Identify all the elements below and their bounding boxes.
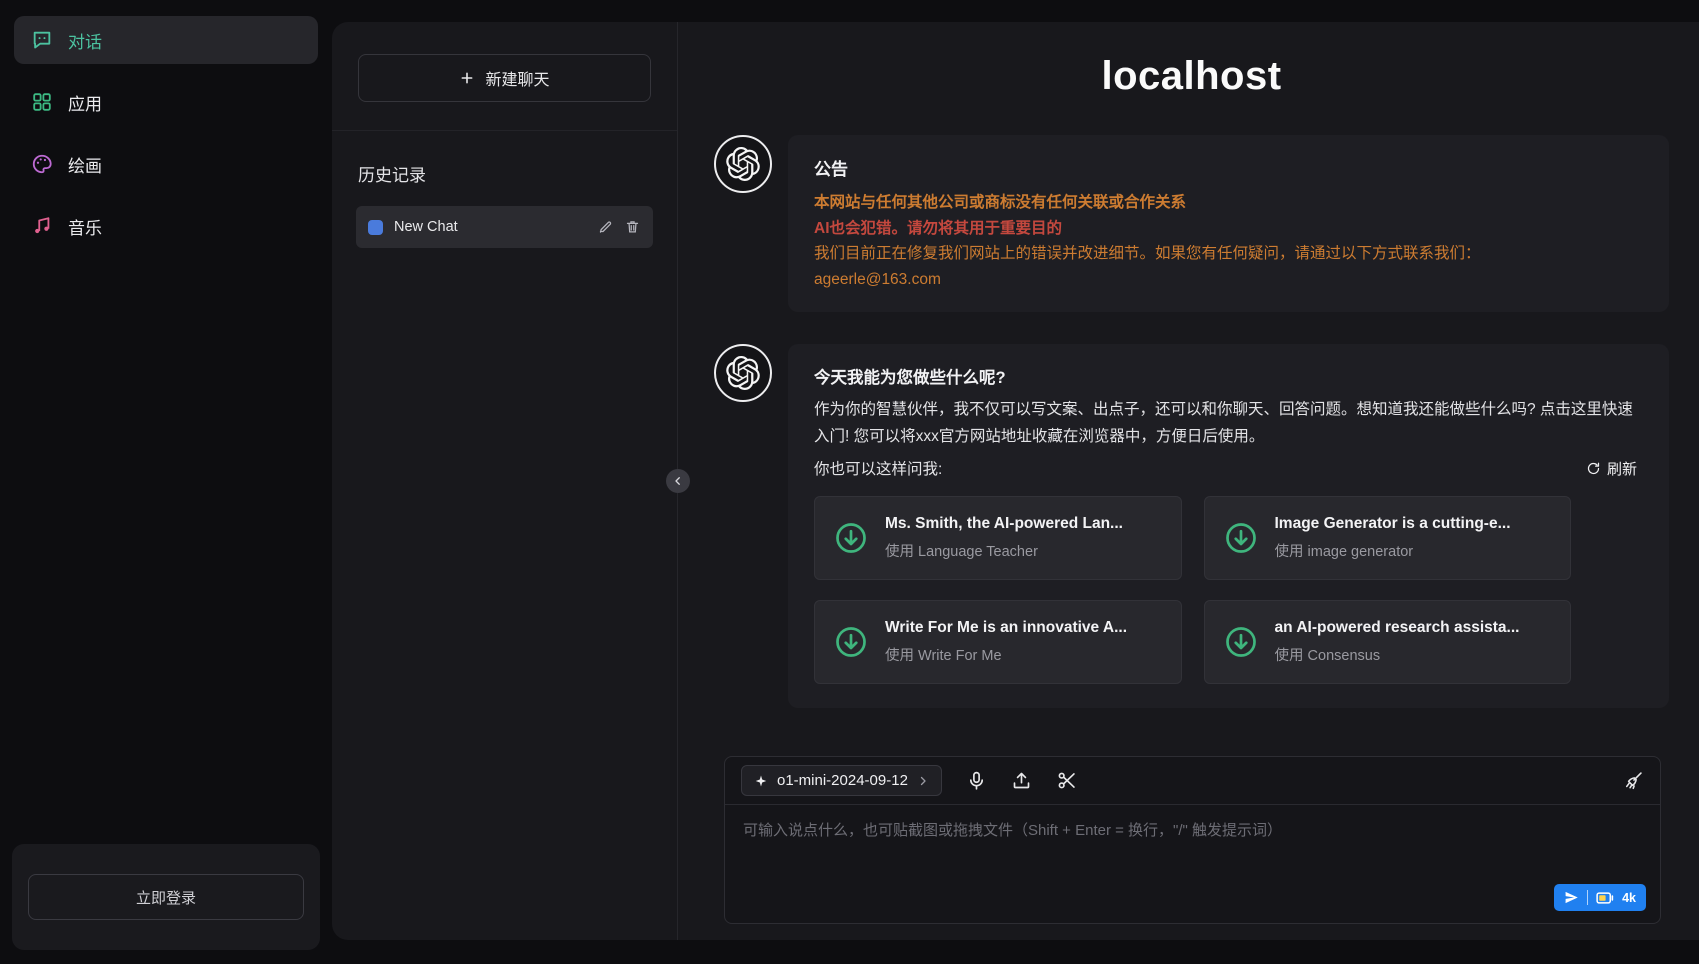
announcement-line-disclaimer: 本网站与任何其他公司或商标没有任何关联或合作关系 <box>814 190 1643 216</box>
chat-color-swatch-icon <box>368 220 383 235</box>
microphone-icon <box>966 770 987 791</box>
circle-arrow-down-icon <box>833 624 869 660</box>
history-item-title: New Chat <box>394 219 587 235</box>
composer-body: 4k <box>725 805 1660 923</box>
suggestion-subtitle: 使用 Language Teacher <box>885 540 1123 561</box>
new-chat-section: 新建聊天 <box>332 22 677 131</box>
chat-list-panel: 新建聊天 历史记录 New Chat <box>332 22 678 940</box>
login-panel: 立即登录 <box>12 844 320 950</box>
plus-icon <box>459 70 475 86</box>
chevron-left-icon <box>672 475 684 487</box>
pencil-icon <box>598 219 613 234</box>
workspace: 新建聊天 历史记录 New Chat localhost <box>332 22 1699 940</box>
suggestion-card[interactable]: Image Generator is a cutting-e... 使用 ima… <box>1204 496 1572 580</box>
apps-icon <box>31 91 53 113</box>
divider <box>1587 890 1588 905</box>
sidebar-item-label: 应用 <box>68 90 102 115</box>
new-chat-button[interactable]: 新建聊天 <box>358 54 651 102</box>
announcement-heading: 公告 <box>814 155 1643 180</box>
sidebar-item-music[interactable]: 音乐 <box>14 202 318 250</box>
sidebar: 对话 应用 绘画 音乐 <box>0 0 332 964</box>
palette-icon <box>31 153 53 175</box>
upload-icon <box>1011 770 1032 791</box>
message-row-announcement: 公告 本网站与任何其他公司或商标没有任何关联或合作关系 AI也会犯错。请勿将其用… <box>714 135 1669 312</box>
delete-chat-button[interactable] <box>625 219 641 235</box>
sidebar-item-label: 绘画 <box>68 152 102 177</box>
model-selector[interactable]: o1-mini-2024-09-12 <box>741 765 942 796</box>
message-row-welcome: 今天我能为您做些什么呢? 作为你的智慧伙伴，我不仅可以写文案、出点子，还可以和你… <box>714 344 1669 707</box>
broom-icon <box>1623 770 1644 791</box>
suggestion-subtitle: 使用 image generator <box>1275 540 1511 561</box>
announcement-line-contact: 我们目前正在修复我们网站上的错误并改进细节。如果您有任何疑问，请通过以下方式联系… <box>814 241 1643 267</box>
composer: o1-mini-2024-09-12 <box>724 756 1661 924</box>
scissors-icon <box>1056 770 1077 791</box>
refresh-suggestions-button[interactable]: 刷新 <box>1580 457 1643 480</box>
sparkle-icon <box>754 774 768 788</box>
collapse-sidebar-button[interactable] <box>666 469 690 493</box>
refresh-icon <box>1586 461 1601 476</box>
chevron-right-icon <box>917 775 929 787</box>
edit-chat-button[interactable] <box>598 219 614 235</box>
sidebar-item-apps[interactable]: 应用 <box>14 78 318 126</box>
login-button[interactable]: 立即登录 <box>28 874 304 920</box>
suggestion-title: an AI-powered research assista... <box>1275 619 1520 637</box>
page-title: localhost <box>714 54 1669 99</box>
circle-arrow-down-icon <box>833 520 869 556</box>
announcement-card: 公告 本网站与任何其他公司或商标没有任何关联或合作关系 AI也会犯错。请勿将其用… <box>788 135 1669 312</box>
welcome-heading: 今天我能为您做些什么呢? <box>814 364 1643 388</box>
welcome-body: 作为你的智慧伙伴，我不仅可以写文案、出点子，还可以和你聊天、回答问题。想知道我还… <box>814 396 1643 450</box>
clear-context-button[interactable] <box>1623 770 1644 791</box>
circle-arrow-down-icon <box>1223 624 1259 660</box>
main-panel: localhost 公告 本网站与任何其他公司或商标没有任何关联或合作关系 AI… <box>678 22 1699 940</box>
send-button[interactable]: 4k <box>1554 884 1646 911</box>
circle-arrow-down-icon <box>1223 520 1259 556</box>
token-count-badge: 4k <box>1622 891 1636 905</box>
battery-icon <box>1596 891 1614 905</box>
new-chat-label: 新建聊天 <box>485 66 549 90</box>
model-label: o1-mini-2024-09-12 <box>777 772 908 789</box>
refresh-label: 刷新 <box>1607 458 1637 479</box>
history-title: 历史记录 <box>358 161 651 186</box>
assistant-avatar <box>714 135 772 193</box>
sidebar-item-label: 音乐 <box>68 214 102 239</box>
upload-file-button[interactable] <box>1011 770 1032 791</box>
suggestion-card[interactable]: Write For Me is an innovative A... 使用 Wr… <box>814 600 1182 684</box>
suggestion-grid: Ms. Smith, the AI-powered Lan... 使用 Lang… <box>814 496 1571 684</box>
ask-hint: 你也可以这样问我: <box>814 457 942 479</box>
suggestion-subtitle: 使用 Consensus <box>1275 644 1520 665</box>
sidebar-item-drawing[interactable]: 绘画 <box>14 140 318 188</box>
suggestion-card[interactable]: Ms. Smith, the AI-powered Lan... 使用 Lang… <box>814 496 1182 580</box>
paper-plane-icon <box>1564 890 1579 905</box>
music-icon <box>31 215 53 237</box>
suggestion-subtitle: 使用 Write For Me <box>885 644 1127 665</box>
screenshot-button[interactable] <box>1056 770 1077 791</box>
openai-logo-icon <box>726 147 760 181</box>
contact-email-link[interactable]: ageerle@163.com <box>814 271 941 288</box>
sidebar-item-chat[interactable]: 对话 <box>14 16 318 64</box>
trash-icon <box>625 219 640 234</box>
announcement-line-warning: AI也会犯错。请勿将其用于重要目的 <box>814 216 1643 242</box>
message-input[interactable] <box>741 817 1644 883</box>
assistant-avatar <box>714 344 772 402</box>
suggestion-card[interactable]: an AI-powered research assista... 使用 Con… <box>1204 600 1572 684</box>
suggestion-title: Write For Me is an innovative A... <box>885 619 1127 637</box>
suggestion-title: Image Generator is a cutting-e... <box>1275 515 1511 533</box>
openai-logo-icon <box>726 356 760 390</box>
suggestion-title: Ms. Smith, the AI-powered Lan... <box>885 515 1123 533</box>
welcome-card: 今天我能为您做些什么呢? 作为你的智慧伙伴，我不仅可以写文案、出点子，还可以和你… <box>788 344 1669 707</box>
history-item[interactable]: New Chat <box>356 206 653 248</box>
sidebar-item-label: 对话 <box>68 28 102 53</box>
voice-input-button[interactable] <box>966 770 987 791</box>
chat-icon <box>31 29 53 51</box>
composer-toolbar: o1-mini-2024-09-12 <box>725 757 1660 805</box>
message-list: 公告 本网站与任何其他公司或商标没有任何关联或合作关系 AI也会犯错。请勿将其用… <box>714 135 1669 748</box>
